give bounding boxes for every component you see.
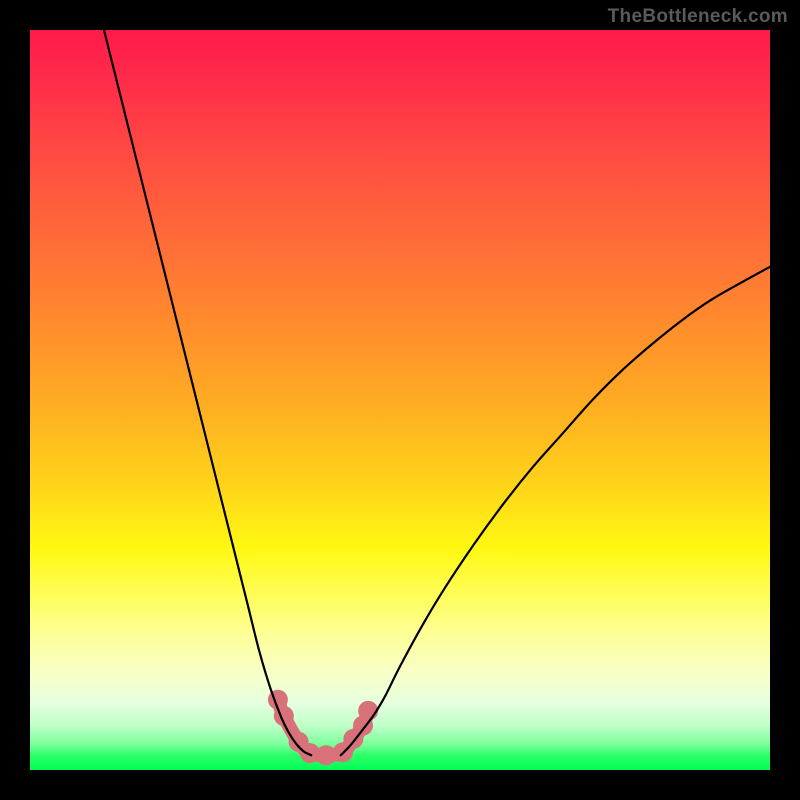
curve-right-branch: [341, 267, 770, 755]
data-marker: [316, 745, 336, 765]
chart-frame: TheBottleneck.com: [0, 0, 800, 800]
curve-group: [104, 30, 770, 755]
data-marker: [358, 701, 378, 721]
watermark-text: TheBottleneck.com: [608, 6, 788, 28]
curve-left-branch: [104, 30, 311, 755]
chart-svg: [30, 30, 770, 770]
